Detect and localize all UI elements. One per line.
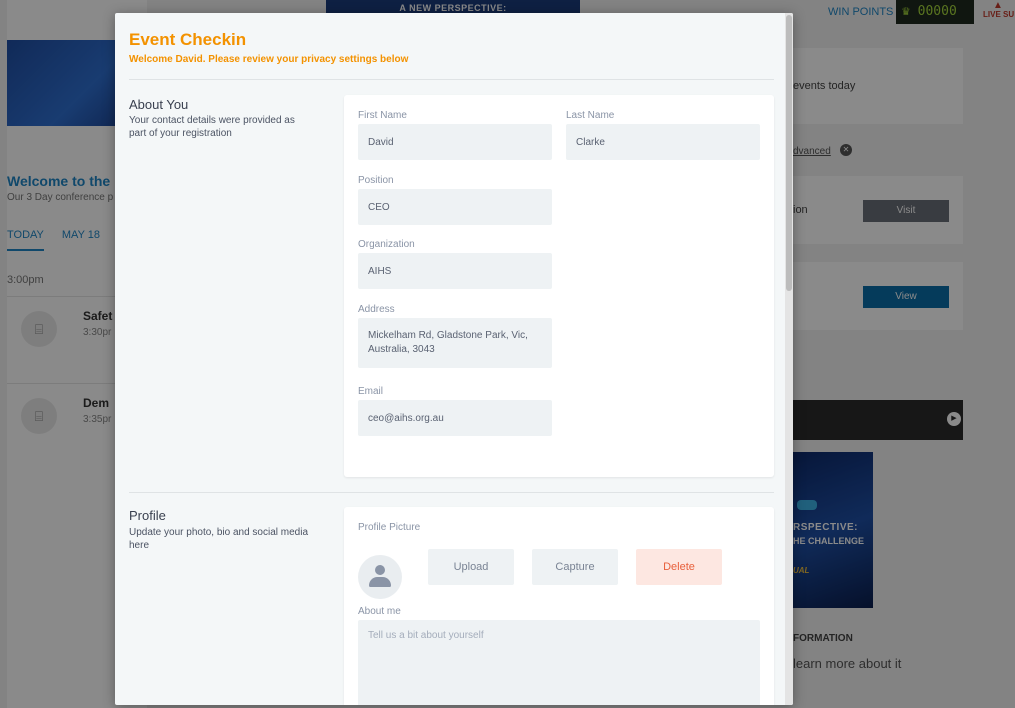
organization-field[interactable]: AIHS [358, 253, 552, 289]
modal-subtitle: Welcome David. Please review your privac… [129, 54, 409, 65]
about-you-title: About You [129, 97, 189, 112]
avatar-icon [358, 555, 402, 599]
first-name-label: First Name [358, 110, 407, 121]
first-name-field[interactable]: David [358, 124, 552, 160]
delete-button[interactable]: Delete [636, 549, 722, 585]
last-name-label: Last Name [566, 110, 615, 121]
event-checkin-modal: Event Checkin Welcome David. Please revi… [115, 13, 793, 705]
email-field[interactable]: ceo@aihs.org.au [358, 400, 552, 436]
contact-details-card: First Name David Last Name Clarke Positi… [344, 95, 774, 477]
profile-title: Profile [129, 508, 166, 523]
organization-label: Organization [358, 239, 415, 250]
position-field[interactable]: CEO [358, 189, 552, 225]
position-label: Position [358, 175, 394, 186]
address-field[interactable]: Mickelham Rd, Gladstone Park, Vic, Austr… [358, 318, 552, 368]
modal-title: Event Checkin [129, 30, 247, 49]
about-me-input[interactable]: Tell us a bit about yourself [358, 620, 760, 705]
email-label: Email [358, 386, 384, 397]
profile-card: Profile Picture Upload Capture Delete Ab… [344, 507, 774, 705]
about-you-description: Your contact details were provided as pa… [129, 115, 295, 139]
profile-picture-label: Profile Picture [358, 522, 421, 533]
capture-button[interactable]: Capture [532, 549, 618, 585]
modal-scrollbar[interactable] [785, 13, 793, 705]
last-name-field[interactable]: Clarke [566, 124, 760, 160]
profile-description: Update your photo, bio and social media … [129, 527, 309, 551]
about-me-label: About me [358, 606, 401, 617]
upload-button[interactable]: Upload [428, 549, 514, 585]
divider [129, 79, 774, 80]
address-label: Address [358, 304, 395, 315]
scrollbar-thumb[interactable] [786, 15, 792, 291]
divider [129, 492, 774, 493]
